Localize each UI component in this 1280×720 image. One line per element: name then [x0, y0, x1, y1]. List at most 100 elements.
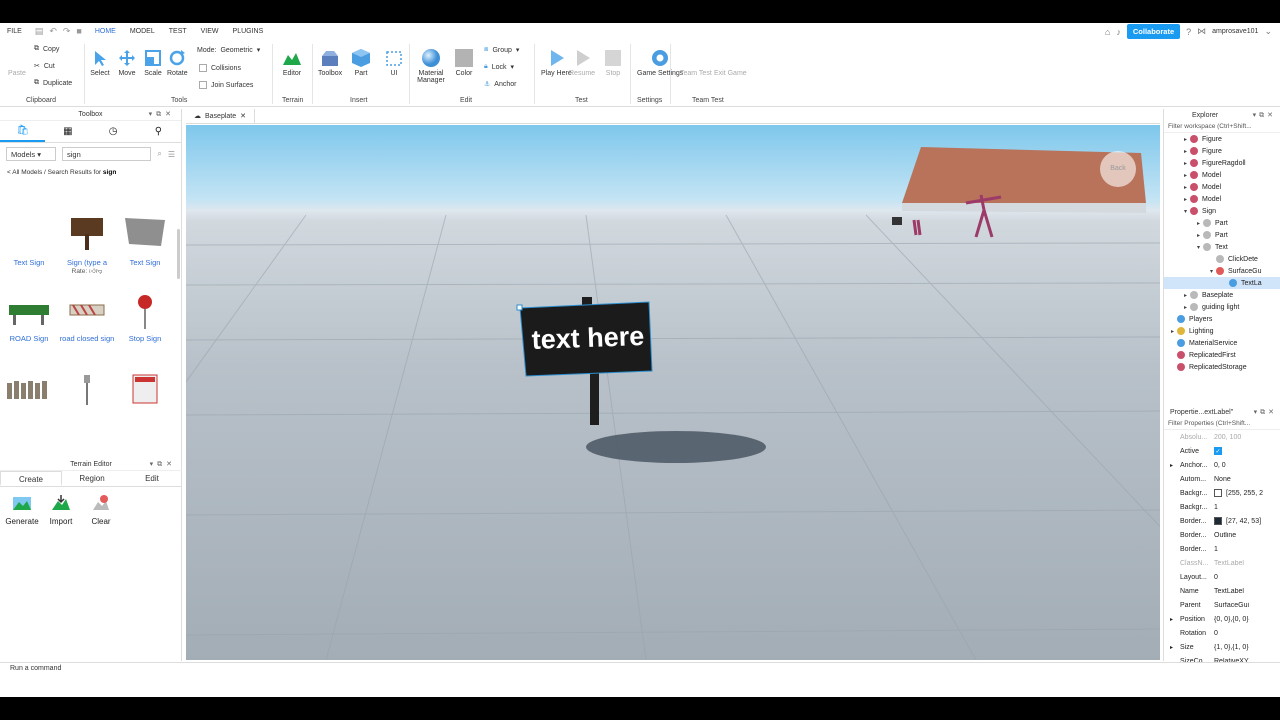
explorer-node[interactable]: ▸ Part: [1164, 217, 1280, 229]
play-here-button[interactable]: Play Here: [541, 48, 572, 77]
close-icon[interactable]: ✕: [240, 112, 246, 120]
collisions-checkbox[interactable]: [199, 64, 207, 72]
back-camera-button[interactable]: Back: [1100, 151, 1136, 187]
explorer-node[interactable]: ▸ Lighting: [1164, 325, 1280, 337]
tab-create[interactable]: Create: [0, 471, 62, 486]
property-row[interactable]: Active ✓: [1164, 444, 1276, 458]
stop-icon[interactable]: ■: [76, 26, 81, 37]
chevron-right-icon[interactable]: ▸: [1181, 304, 1190, 311]
material-manager-button[interactable]: Material Manager: [414, 48, 448, 84]
explorer-node[interactable]: TextLa: [1164, 277, 1280, 289]
filter-icon[interactable]: ☰: [168, 150, 175, 159]
chevron-right-icon[interactable]: ▸: [1181, 196, 1190, 203]
property-value[interactable]: {0, 0},{0, 0}: [1214, 616, 1276, 623]
property-value[interactable]: {1, 0},{1, 0}: [1214, 644, 1276, 651]
explorer-filter-input[interactable]: Filter workspace (Ctrl+Shift...: [1164, 121, 1280, 133]
save-icon[interactable]: ▤: [35, 26, 44, 37]
game-settings-button[interactable]: Game Settings: [637, 48, 683, 77]
team-test-button[interactable]: Team Test: [680, 70, 712, 77]
ui-button[interactable]: UI: [384, 48, 404, 77]
property-row[interactable]: Absolu... 200, 100: [1164, 430, 1276, 444]
category-dropdown[interactable]: Models ▾: [6, 147, 56, 161]
explorer-node[interactable]: ▸ guiding light: [1164, 301, 1280, 313]
search-icon[interactable]: ⌕: [157, 149, 161, 159]
property-row[interactable]: Name TextLabel: [1164, 584, 1276, 598]
tab-model[interactable]: MODEL: [123, 28, 162, 35]
explorer-node[interactable]: ReplicatedStorage: [1164, 361, 1280, 373]
marketplace-tab[interactable]: 🛍︎: [0, 121, 46, 142]
lock-button[interactable]: 🔒︎ Lock ▾: [484, 63, 514, 71]
duplicate-button[interactable]: ⧉ Duplicate: [34, 79, 72, 87]
stop-button[interactable]: Stop: [603, 48, 623, 77]
panel-controls[interactable]: ▾⧉✕: [1253, 111, 1276, 120]
explorer-node[interactable]: ▾ Text: [1164, 241, 1280, 253]
explorer-node[interactable]: ▸ Part: [1164, 229, 1280, 241]
property-value[interactable]: ✓: [1214, 447, 1276, 455]
tab-region[interactable]: Region: [62, 471, 122, 486]
property-row[interactable]: Rotation 0: [1164, 626, 1276, 640]
toolbox-item[interactable]: ROAD Sign: [0, 292, 58, 343]
clear-button[interactable]: Clear: [81, 493, 121, 526]
join-surfaces-checkbox[interactable]: [199, 81, 207, 89]
tab-test[interactable]: TEST: [162, 28, 194, 35]
explorer-node[interactable]: MaterialService: [1164, 337, 1280, 349]
undo-icon[interactable]: ↶: [49, 26, 57, 37]
color-swatch[interactable]: [1214, 517, 1222, 525]
explorer-node[interactable]: ClickDete: [1164, 253, 1280, 265]
chevron-right-icon[interactable]: ▸: [1170, 462, 1173, 469]
collaborate-button[interactable]: Collaborate: [1126, 24, 1181, 39]
toolbox-item[interactable]: Sign (type a Rate: 👍︎👎︎: [58, 208, 116, 275]
move-tool[interactable]: Move: [117, 48, 137, 77]
chevron-right-icon[interactable]: ▸: [1170, 616, 1173, 623]
property-value[interactable]: TextLabel: [1214, 560, 1276, 567]
panel-controls[interactable]: ▾⧉✕: [150, 460, 176, 469]
panel-controls[interactable]: ▾⧉✕: [1254, 408, 1277, 417]
explorer-node[interactable]: ▸ Figure: [1164, 145, 1280, 157]
terrain-editor-button[interactable]: Editor: [282, 48, 302, 77]
tab-edit[interactable]: Edit: [122, 471, 182, 486]
property-row[interactable]: Autom... None: [1164, 472, 1276, 486]
explorer-node[interactable]: ▾ SurfaceGu: [1164, 265, 1280, 277]
property-value[interactable]: TextLabel: [1214, 588, 1276, 595]
home-icon[interactable]: ⌂: [1105, 27, 1110, 37]
property-row[interactable]: ▸ Anchor... 0, 0: [1164, 458, 1276, 472]
chevron-right-icon[interactable]: ▸: [1194, 220, 1203, 227]
property-value[interactable]: 1: [1214, 546, 1276, 553]
breadcrumb-prefix[interactable]: < All Models / Search Results for: [7, 169, 103, 176]
chevron-right-icon[interactable]: ▸: [1181, 184, 1190, 191]
help-icon[interactable]: ?: [1186, 27, 1191, 37]
checkbox-checked[interactable]: ✓: [1214, 447, 1222, 455]
property-row[interactable]: Backgr... [255, 255, 2: [1164, 486, 1276, 500]
resume-button[interactable]: Resume: [569, 48, 595, 77]
tab-view[interactable]: VIEW: [194, 28, 226, 35]
explorer-node[interactable]: Players: [1164, 313, 1280, 325]
bell-icon[interactable]: ♪: [1116, 27, 1121, 37]
thumbs-icon[interactable]: 👍︎👎︎: [89, 268, 102, 275]
mode-dropdown[interactable]: Mode: Geometric ▾: [197, 46, 260, 55]
explorer-node[interactable]: ▸ Model: [1164, 193, 1280, 205]
cut-button[interactable]: ✂ Cut: [34, 62, 55, 71]
property-row[interactable]: Border... 1: [1164, 542, 1276, 556]
select-tool[interactable]: Select: [90, 48, 110, 77]
collisions-toggle[interactable]: Collisions: [199, 64, 241, 72]
toolbox-search-input[interactable]: sign: [62, 147, 152, 161]
toolbox-button[interactable]: Toolbox: [318, 48, 342, 77]
tab-home[interactable]: HOME: [88, 28, 123, 35]
property-row[interactable]: Parent SurfaceGui: [1164, 598, 1276, 612]
chevron-right-icon[interactable]: ▸: [1181, 172, 1190, 179]
explorer-node[interactable]: ▸ FigureRagdoll: [1164, 157, 1280, 169]
join-surfaces-toggle[interactable]: Join Surfaces: [199, 81, 253, 89]
chevron-down-icon[interactable]: ▾: [1207, 268, 1216, 275]
creations-tab[interactable]: ⚲: [136, 121, 181, 142]
color-button[interactable]: Color: [454, 48, 474, 77]
chevron-down-icon[interactable]: ▾: [1194, 244, 1203, 251]
anchor-button[interactable]: ⚓︎ Anchor: [484, 80, 516, 89]
color-swatch[interactable]: [1214, 489, 1222, 497]
property-value[interactable]: SurfaceGui: [1214, 602, 1276, 609]
toolbox-item[interactable]: Text Sign: [0, 208, 58, 267]
toolbox-item[interactable]: [116, 374, 174, 407]
property-value[interactable]: 1: [1214, 504, 1276, 511]
explorer-node[interactable]: ▸ Baseplate: [1164, 289, 1280, 301]
chevron-right-icon[interactable]: ▸: [1181, 160, 1190, 167]
explorer-node[interactable]: ▸ Model: [1164, 169, 1280, 181]
